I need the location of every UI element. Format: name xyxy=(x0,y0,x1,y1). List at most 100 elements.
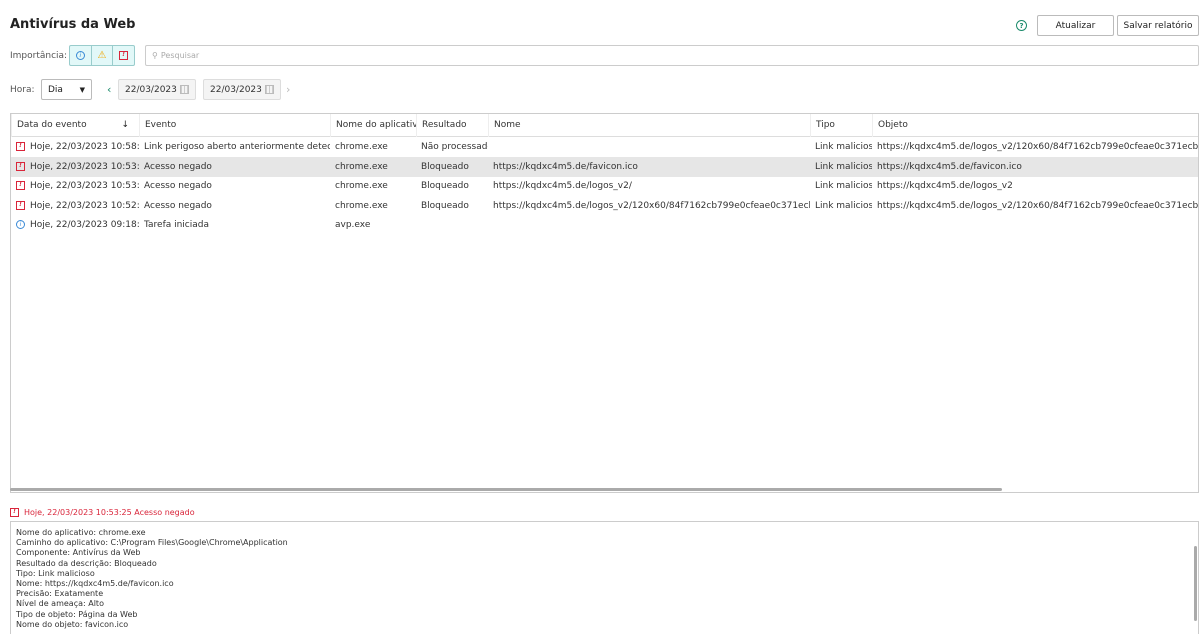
info-icon: i xyxy=(75,51,85,60)
column-label: Objeto xyxy=(878,119,908,130)
column-header-event[interactable]: Evento xyxy=(139,114,330,137)
cell-text: https://kqdxc4m5.de/favicon.ico xyxy=(493,161,638,172)
column-header-name[interactable]: Nome xyxy=(488,114,810,137)
detail-header: ! Hoje, 22/03/2023 10:53:25 Acesso negado xyxy=(10,508,195,517)
cell-text: chrome.exe xyxy=(335,161,388,172)
period-value: Dia xyxy=(48,84,63,95)
column-label: Nome xyxy=(494,119,521,130)
table-row[interactable]: ! Hoje, 22/03/2023 10:52:17 Acesso negado c… xyxy=(11,196,1198,216)
detail-title: Hoje, 22/03/2023 10:53:25 Acesso negado xyxy=(24,508,195,517)
cell-app: chrome.exe xyxy=(330,181,416,191)
cell-text: Hoje, 22/03/2023 10:58:48 xyxy=(30,142,139,152)
warning-filter-toggle[interactable]: ⚠ xyxy=(92,46,114,65)
table-header: Data do evento ↓ Evento Nome do aplicativo R… xyxy=(11,114,1198,137)
table-row[interactable]: ! Hoje, 22/03/2023 10:58:48 Link perigoso … xyxy=(11,137,1198,157)
cell-date: i Hoje, 22/03/2023 09:18:50 xyxy=(11,220,139,230)
column-label: Data do evento xyxy=(17,119,87,130)
cell-event: Tarefa iniciada xyxy=(139,220,330,230)
column-label: Tipo xyxy=(816,119,835,130)
critical-icon: ! xyxy=(10,508,19,517)
detail-line: Tipo: Link malicioso xyxy=(16,568,95,578)
critical-icon: ! xyxy=(16,181,25,190)
cell-result: Não processado xyxy=(416,142,488,152)
info-filter-toggle[interactable]: i xyxy=(70,46,92,65)
cell-date: ! Hoje, 22/03/2023 10:58:48 xyxy=(11,142,139,152)
cell-text: Tarefa iniciada xyxy=(144,220,210,230)
page-title: Antivírus da Web xyxy=(10,17,136,32)
period-select[interactable]: Dia ▼ xyxy=(41,79,92,100)
cell-text: Link malicioso xyxy=(815,161,872,172)
warning-icon: ⚠ xyxy=(97,50,107,61)
date-to-value: 22/03/2023 xyxy=(210,84,262,95)
events-table: Data do evento ↓ Evento Nome do aplicativo R… xyxy=(10,113,1199,493)
event-details: Nome do aplicativo: chrome.exe Caminho do… xyxy=(10,521,1199,634)
table-row[interactable]: i Hoje, 22/03/2023 09:18:50 Tarefa iniciad… xyxy=(11,215,1198,235)
cell-text: chrome.exe xyxy=(335,142,388,152)
cell-text: https://kqdxc4m5.de/logos_v2/ xyxy=(493,181,632,191)
critical-filter-toggle[interactable]: ! xyxy=(113,46,134,65)
cell-text: Acesso negado xyxy=(144,181,212,191)
cell-app: avp.exe xyxy=(330,220,416,230)
vertical-scrollbar[interactable] xyxy=(1194,546,1197,621)
date-to-field[interactable]: 22/03/2023 xyxy=(203,79,281,100)
previous-period-button[interactable]: ‹ xyxy=(107,83,111,96)
calendar-icon[interactable] xyxy=(265,85,274,94)
column-header-object[interactable]: Objeto xyxy=(872,114,1198,137)
chevron-down-icon: ▼ xyxy=(79,85,85,94)
cell-type: Link malicioso xyxy=(810,162,872,172)
date-from-value: 22/03/2023 xyxy=(125,84,177,95)
cell-text: Acesso negado xyxy=(144,200,212,211)
search-icon: ⚲ xyxy=(152,51,158,60)
cell-text: Bloqueado xyxy=(421,161,469,172)
calendar-icon[interactable] xyxy=(180,85,189,94)
cell-result: Bloqueado xyxy=(416,162,488,172)
next-period-button[interactable]: › xyxy=(286,83,290,96)
save-report-button[interactable]: Salvar relatório xyxy=(1117,15,1199,36)
cell-event: Acesso negado xyxy=(139,181,330,191)
cell-text: https://kqdxc4m5.de/logos_v2 xyxy=(877,181,1013,191)
detail-line: Tipo de objeto: Página da Web xyxy=(16,609,138,619)
cell-type: Link malicioso xyxy=(810,181,872,191)
detail-line: Nome: https://kqdxc4m5.de/favicon.ico xyxy=(16,579,174,589)
column-label: Resultado xyxy=(422,119,467,130)
date-from-field[interactable]: 22/03/2023 xyxy=(118,79,196,100)
cell-result: Bloqueado xyxy=(416,201,488,211)
cell-text: https://kqdxc4m5.de/logos_v2/120x60/84f7… xyxy=(493,200,810,211)
refresh-button[interactable]: Atualizar xyxy=(1037,15,1114,36)
cell-date: ! Hoje, 22/03/2023 10:53:24 xyxy=(11,181,139,191)
column-header-date[interactable]: Data do evento ↓ xyxy=(11,114,139,137)
importance-label: Importância: xyxy=(10,51,68,61)
cell-text: Hoje, 22/03/2023 10:53:24 xyxy=(30,181,139,191)
cell-text: chrome.exe xyxy=(335,200,388,211)
cell-object: https://kqdxc4m5.de/logos_v2/120x60/84f7… xyxy=(872,200,1199,211)
horizontal-scrollbar[interactable] xyxy=(10,488,1002,491)
sort-desc-icon: ↓ xyxy=(121,119,129,130)
cell-text: Hoje, 22/03/2023 10:52:17 xyxy=(30,200,139,211)
cell-name: https://kqdxc4m5.de/favicon.ico xyxy=(488,162,810,172)
cell-object: https://kqdxc4m5.de/favicon.ico xyxy=(872,161,1198,172)
time-label: Hora: xyxy=(10,85,35,95)
cell-app: chrome.exe xyxy=(330,201,416,211)
column-header-type[interactable]: Tipo xyxy=(810,114,872,137)
column-header-app[interactable]: Nome do aplicativo xyxy=(330,114,416,137)
cell-object: https://kqdxc4m5.de/logos_v2 xyxy=(872,181,1198,191)
detail-line: Caminho do aplicativo: C:\Program Files\… xyxy=(16,538,288,548)
cell-date: ! Hoje, 22/03/2023 10:53:25 xyxy=(11,161,139,172)
cell-text: Hoje, 22/03/2023 09:18:50 xyxy=(30,220,139,230)
help-icon[interactable]: ? xyxy=(1016,20,1027,31)
cell-text: https://kqdxc4m5.de/favicon.ico xyxy=(877,161,1022,172)
cell-text: Acesso negado xyxy=(144,161,212,172)
table-row[interactable]: ! Hoje, 22/03/2023 10:53:25 Acesso negado c… xyxy=(11,156,1198,177)
cell-result: Bloqueado xyxy=(416,181,488,191)
cell-text: Link malicioso xyxy=(815,200,872,211)
column-label: Nome do aplicativo xyxy=(336,119,416,130)
cell-text: avp.exe xyxy=(335,220,371,230)
search-input[interactable]: ⚲ Pesquisar xyxy=(145,45,1199,66)
cell-text: Link malicioso xyxy=(815,181,872,191)
critical-icon: ! xyxy=(119,51,129,60)
cell-text: https://kqdxc4m5.de/logos_v2/120x60/84f7… xyxy=(877,200,1199,211)
info-icon: i xyxy=(16,220,25,229)
column-header-result[interactable]: Resultado xyxy=(416,114,488,137)
detail-line: Nome do aplicativo: chrome.exe xyxy=(16,528,146,537)
table-row[interactable]: ! Hoje, 22/03/2023 10:53:24 Acesso negado c… xyxy=(11,176,1198,196)
